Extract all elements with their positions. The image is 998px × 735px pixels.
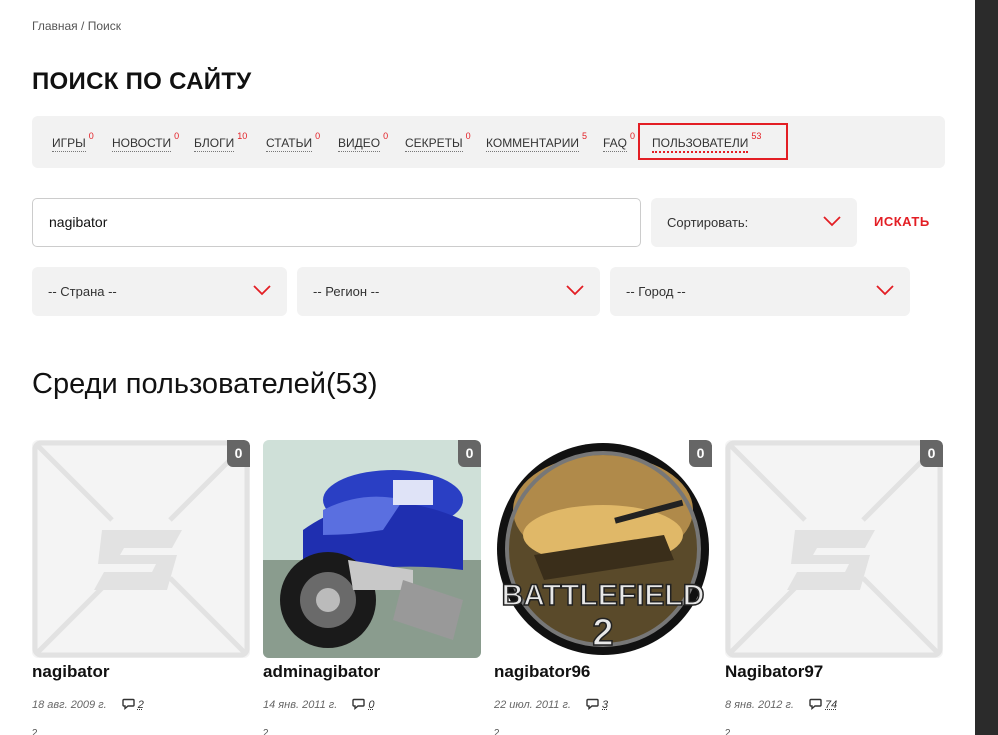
user-extra: 2: [725, 728, 731, 735]
user-card: BATTLEFIELD 2 0 nagibator96 22 июл. 2011…: [494, 440, 712, 735]
region-select-value: -- Регион --: [313, 284, 380, 299]
comments-link[interactable]: 2: [122, 698, 144, 712]
breadcrumb-current: Поиск: [87, 19, 121, 33]
tab-blogs[interactable]: БЛОГИ 10: [194, 131, 248, 152]
tab-label: ИГРЫ: [52, 136, 86, 152]
tab-count: 0: [315, 131, 321, 141]
comment-count: 3: [602, 699, 609, 711]
user-meta: 18 авг. 2009 г. 2: [32, 698, 250, 712]
user-extra: 2: [494, 728, 500, 735]
user-date: 18 авг. 2009 г.: [32, 699, 107, 711]
user-meta: 22 июл. 2011 г. 3: [494, 698, 712, 712]
user-name[interactable]: nagibator: [32, 660, 250, 684]
tab-label: КОММЕНТАРИИ: [486, 136, 580, 152]
page-title: ПОИСК ПО САЙТУ: [32, 68, 252, 95]
country-select-value: -- Страна --: [48, 284, 117, 299]
user-name[interactable]: Nagibator97: [725, 660, 943, 684]
user-badge: 0: [689, 440, 712, 467]
user-meta: 8 янв. 2012 г. 74: [725, 698, 943, 712]
comments-link[interactable]: 74: [809, 698, 837, 712]
user-date: 22 июл. 2011 г.: [494, 699, 571, 711]
tab-games[interactable]: ИГРЫ 0: [52, 131, 94, 152]
tab-label: БЛОГИ: [194, 136, 235, 152]
city-select[interactable]: -- Город --: [610, 267, 910, 316]
comment-count: 2: [137, 699, 144, 711]
country-select[interactable]: -- Страна --: [32, 267, 287, 316]
user-card: 0 nagibator 18 авг. 2009 г. 2 2: [32, 440, 250, 735]
user-badge: 0: [227, 440, 250, 467]
chevron-down-icon: [876, 285, 894, 296]
comment-count: 74: [825, 699, 838, 711]
user-extra: 2: [263, 728, 269, 735]
comments-link[interactable]: 3: [586, 698, 608, 712]
chevron-down-icon: [566, 285, 584, 296]
sort-select[interactable]: Сортировать:: [651, 198, 857, 247]
placeholder-logo-icon: [32, 440, 250, 658]
user-extra: 2: [32, 728, 38, 735]
user-avatar[interactable]: BATTLEFIELD 2 0: [494, 440, 712, 658]
tab-count: 5: [582, 131, 588, 141]
user-date: 8 янв. 2012 г.: [725, 699, 794, 711]
tab-count: 0: [88, 131, 94, 141]
sort-label: Сортировать:: [667, 215, 749, 230]
tab-news[interactable]: НОВОСТИ 0: [112, 131, 180, 152]
user-meta: 14 янв. 2011 г. 0: [263, 698, 481, 712]
tab-count: 0: [383, 131, 389, 141]
tab-faq[interactable]: FAQ 0: [603, 131, 636, 152]
tab-label: СЕКРЕТЫ: [405, 136, 463, 152]
comment-count: 0: [368, 699, 375, 711]
user-date: 14 янв. 2011 г.: [263, 699, 338, 711]
user-avatar[interactable]: 0: [32, 440, 250, 658]
user-avatar[interactable]: 0: [725, 440, 943, 658]
breadcrumb-home[interactable]: Главная: [32, 19, 78, 33]
user-card: 0 Nagibator97 8 янв. 2012 г. 74 2: [725, 440, 943, 735]
battlefield-avatar-image: BATTLEFIELD 2: [497, 443, 709, 655]
tab-label: НОВОСТИ: [112, 136, 172, 152]
breadcrumb-separator: /: [77, 19, 88, 33]
battlefield-logo-text: BATTLEFIELD: [502, 579, 705, 612]
comment-icon: [809, 698, 822, 710]
user-avatar[interactable]: 0: [263, 440, 481, 658]
user-name[interactable]: adminagibator: [263, 660, 481, 684]
tab-count: 0: [465, 131, 471, 141]
search-tabs: ИГРЫ 0 НОВОСТИ 0 БЛОГИ 10 СТАТЬИ 0 ВИДЕО 0 СЕ…: [32, 116, 945, 168]
tab-label: FAQ: [603, 136, 628, 152]
chevron-down-icon: [253, 285, 271, 296]
page-edge-bar: [975, 0, 998, 735]
active-tab-highlight: [638, 123, 788, 160]
user-badge: 0: [458, 440, 481, 467]
tab-secrets[interactable]: СЕКРЕТЫ 0: [405, 131, 471, 152]
tab-count: 0: [174, 131, 180, 141]
user-name[interactable]: nagibator96: [494, 660, 712, 684]
tab-label: ВИДЕО: [338, 136, 381, 152]
placeholder-logo-icon: [725, 440, 943, 658]
search-button[interactable]: ИСКАТЬ: [874, 214, 930, 229]
region-select[interactable]: -- Регион --: [297, 267, 600, 316]
comment-icon: [586, 698, 599, 710]
tab-count: 10: [237, 131, 248, 141]
chevron-down-icon: [823, 216, 841, 227]
breadcrumb: Главная / Поиск: [32, 19, 121, 33]
tab-comments[interactable]: КОММЕНТАРИИ 5: [486, 131, 588, 152]
user-card: 0 adminagibator 14 янв. 2011 г. 0 2: [263, 440, 481, 735]
comment-icon: [122, 698, 135, 710]
results-heading: Среди пользователей(53): [32, 368, 378, 400]
comment-icon: [352, 698, 366, 710]
comments-link[interactable]: 0: [352, 698, 374, 712]
tab-articles[interactable]: СТАТЬИ 0: [266, 131, 321, 152]
tab-video[interactable]: ВИДЕО 0: [338, 131, 389, 152]
tab-label: СТАТЬИ: [266, 136, 313, 152]
tab-count: 0: [630, 131, 636, 141]
battlefield-logo-number: 2: [592, 612, 613, 654]
motorcycle-avatar-image: [263, 440, 481, 658]
city-select-value: -- Город --: [626, 284, 686, 299]
user-badge: 0: [920, 440, 943, 467]
search-input[interactable]: nagibator: [32, 198, 641, 247]
